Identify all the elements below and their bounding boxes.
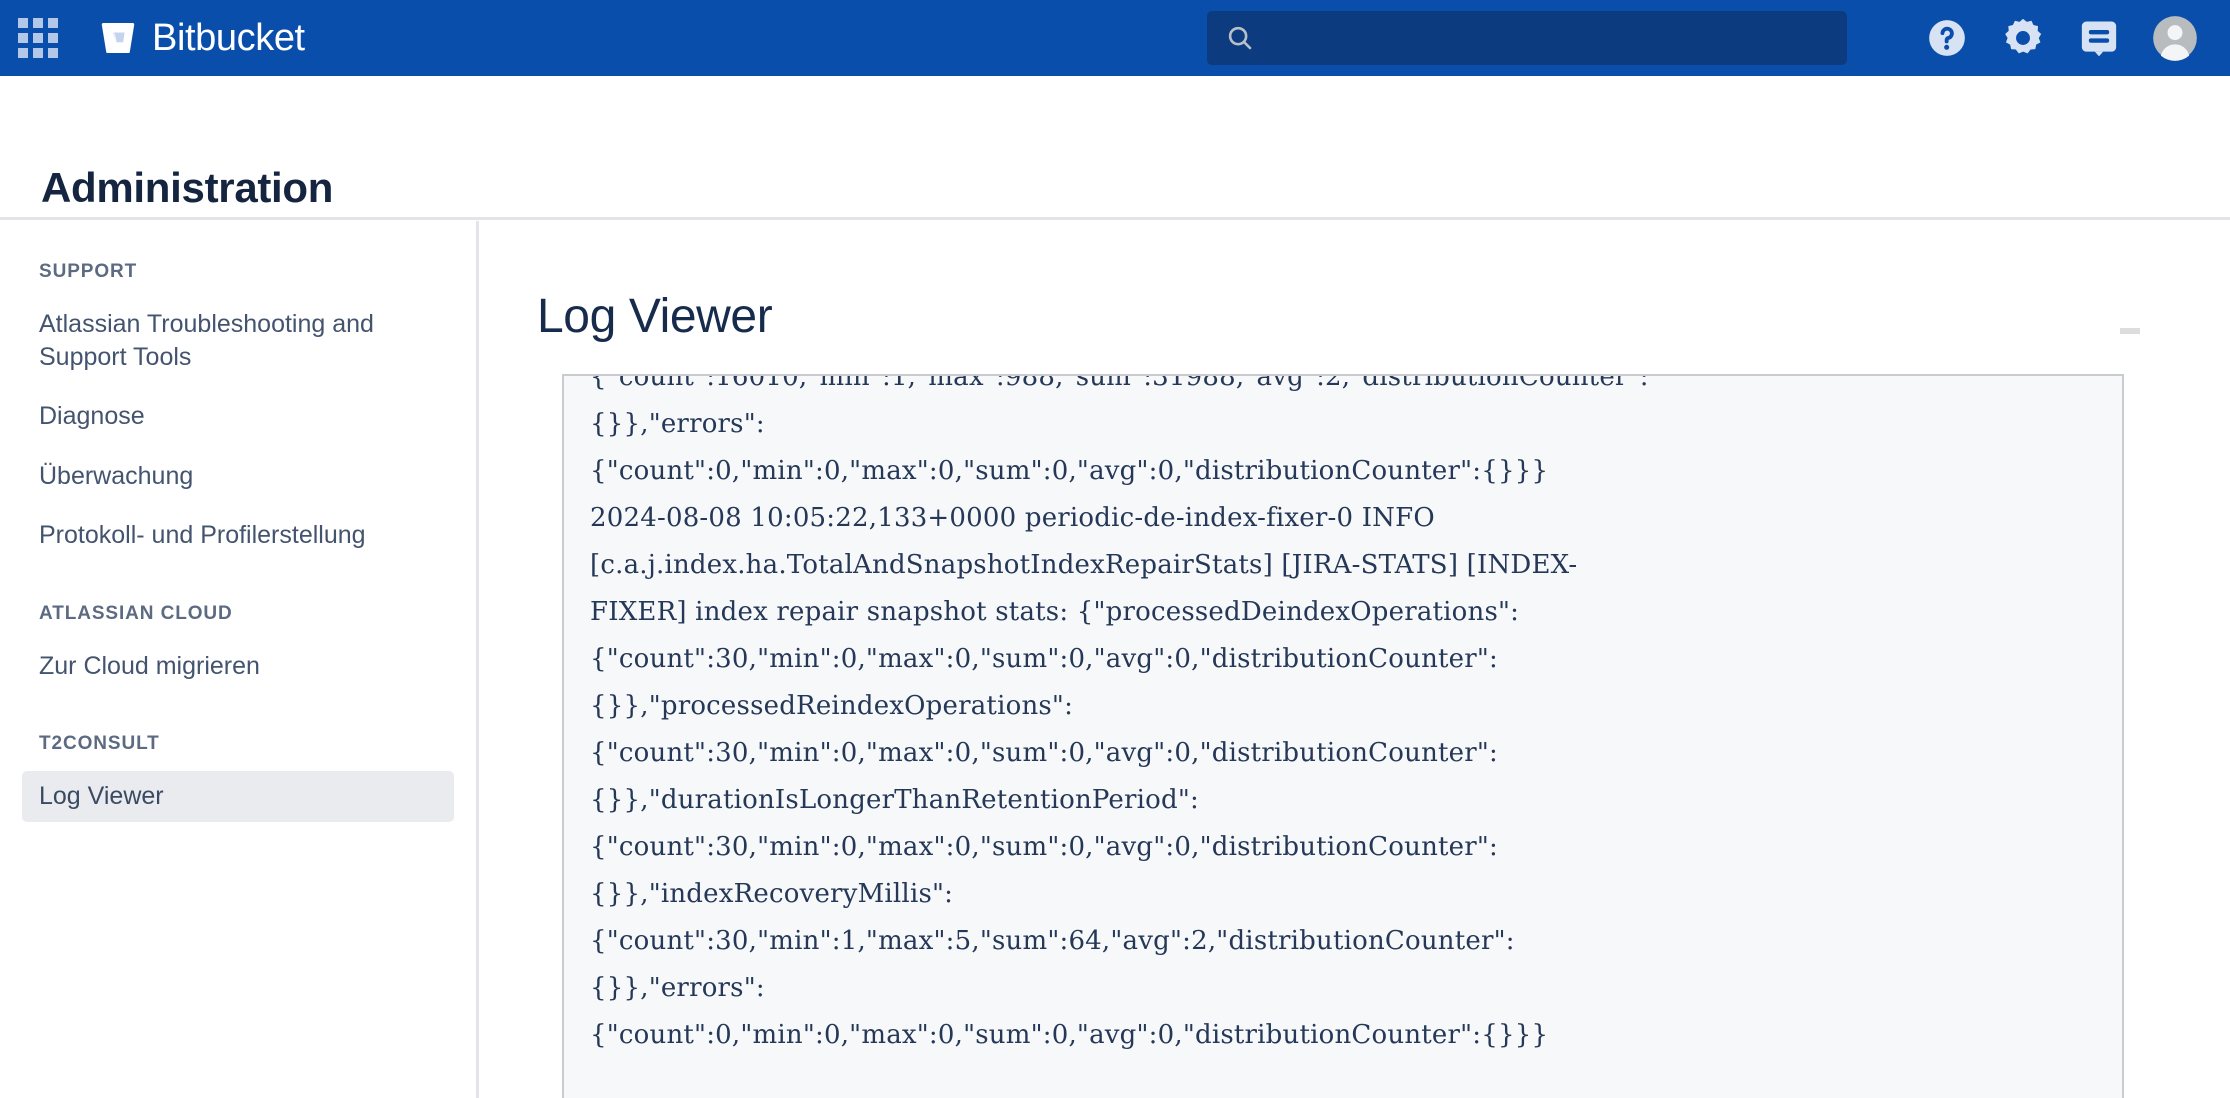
help-button[interactable] [1924, 15, 1970, 61]
log-line: {"count":30,"min":0,"max":0,"sum":0,"avg… [590, 832, 1498, 862]
log-line: {"count":0,"min":0,"max":0,"sum":0,"avg"… [590, 456, 1549, 486]
sidebar-item-zur-cloud-migrieren[interactable]: Zur Cloud migrieren [22, 641, 454, 692]
feedback-icon [2081, 21, 2117, 57]
main-content: Log Viewer {"count":16010,"min":1,"max":… [482, 221, 2230, 1098]
sidebar-section-heading-atlassian-cloud: ATLASSIAN CLOUD [39, 602, 233, 624]
log-line: {}},"errors": [590, 973, 765, 1003]
content-title: Log Viewer [537, 290, 773, 344]
log-line: {}},"errors": [590, 409, 765, 439]
search-input[interactable] [1267, 25, 1829, 51]
search-icon [1228, 26, 1252, 50]
log-line: FIXER] index repair snapshot stats: {"pr… [590, 597, 1520, 627]
log-output-panel[interactable]: {"count":16010,"min":1,"max":988,"sum":3… [562, 374, 2124, 1098]
collapse-handle[interactable] [2120, 328, 2140, 334]
gear-icon [2005, 18, 2042, 54]
log-line: {"count":30,"min":0,"max":0,"sum":0,"avg… [590, 644, 1498, 674]
sidebar-item-diagnose[interactable]: Diagnose [22, 391, 454, 442]
search-box[interactable] [1207, 11, 1847, 65]
sidebar-section-heading-t2consult: T2CONSULT [39, 733, 160, 754]
sidebar-item-log-viewer[interactable]: Log Viewer [22, 771, 454, 822]
log-output-text: {"count":16010,"min":1,"max":988,"sum":3… [564, 374, 2122, 1059]
log-line: {"count":30,"min":1,"max":5,"sum":64,"av… [590, 926, 1515, 956]
sidebar-item-protokoll-und-profilerstellung[interactable]: Protokoll- und Profilerstellung [22, 510, 454, 561]
sidebar-item-uberwachung[interactable]: Überwachung [22, 451, 454, 502]
log-line: {"count":30,"min":0,"max":0,"sum":0,"avg… [590, 738, 1498, 768]
log-line: [c.a.j.index.ha.TotalAndSnapshotIndexRep… [590, 550, 1578, 580]
admin-sidebar: SUPPORT Atlassian Troubleshooting and Su… [0, 221, 479, 1098]
page-title-band: Administration [0, 76, 2230, 220]
app-switcher-button[interactable] [0, 0, 76, 76]
log-line: {}},"processedReindexOperations": [590, 691, 1074, 721]
log-line: 2024-08-08 10:05:22,133+0000 periodic-de… [590, 503, 1435, 533]
avatar-icon [2153, 16, 2197, 61]
feedback-button[interactable] [2076, 15, 2122, 61]
settings-button[interactable] [2000, 15, 2046, 61]
top-navigation-bar: Bitbucket [0, 0, 2230, 76]
log-line: {}},"durationIsLongerThanRetentionPeriod… [590, 785, 1199, 815]
sidebar-section-heading-support: SUPPORT [39, 261, 138, 282]
log-line: {}},"indexRecoveryMillis": [590, 879, 954, 909]
bitbucket-home-link[interactable]: Bitbucket [98, 18, 305, 58]
nav-icon-group [1924, 0, 2212, 76]
profile-button[interactable] [2152, 15, 2198, 61]
page-title: Administration [41, 164, 334, 211]
app-switcher-grid-icon [18, 18, 58, 58]
bitbucket-logo-icon [101, 23, 135, 53]
log-line: {"count":16010,"min":1,"max":988,"sum":3… [590, 374, 1649, 392]
log-line: {"count":0,"min":0,"max":0,"sum":0,"avg"… [590, 1020, 1549, 1050]
help-icon [1929, 20, 1965, 56]
brand-name: Bitbucket [152, 17, 305, 59]
search-container [1207, 11, 1847, 65]
sidebar-item-atlassian-troubleshooting-and-support-tools[interactable]: Atlassian Troubleshooting and Support To… [22, 299, 454, 382]
